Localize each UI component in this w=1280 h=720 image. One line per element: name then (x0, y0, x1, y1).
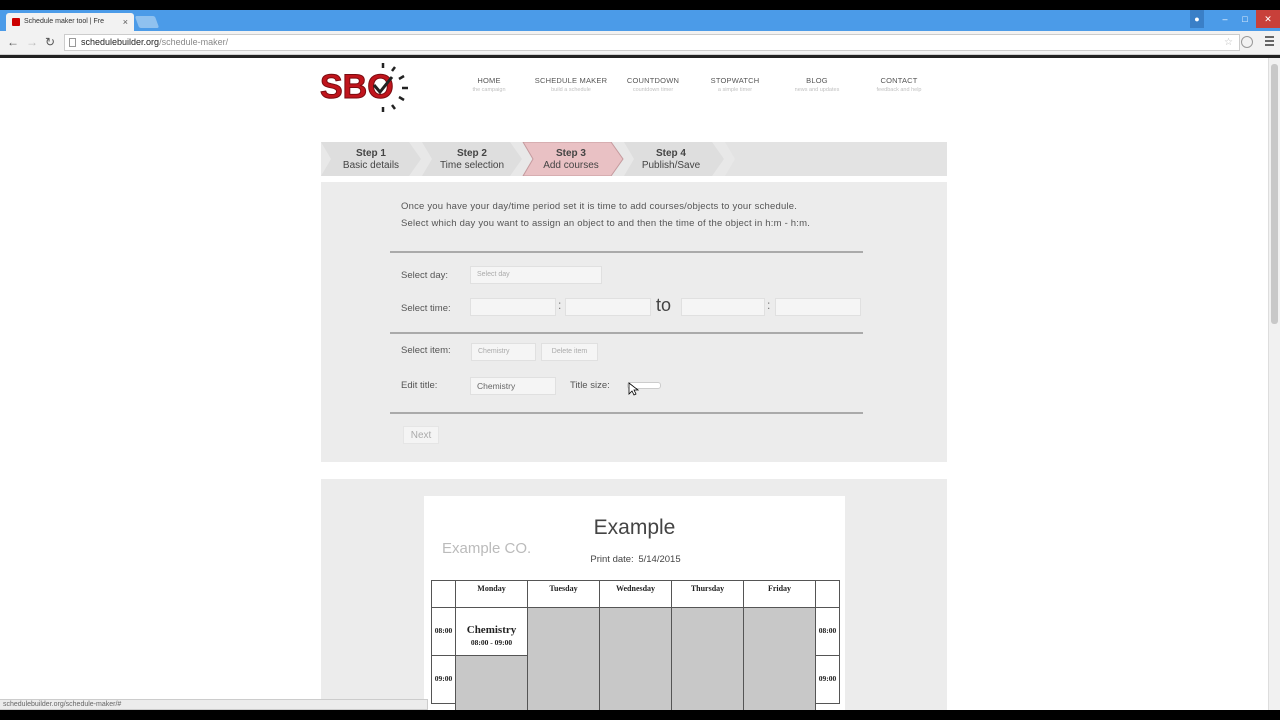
edit-title-input[interactable]: Chemistry (470, 377, 556, 395)
table-corner (815, 580, 840, 608)
schedule-paper: Example Example CO. Print date: 5/14/201… (424, 496, 845, 710)
end-minute-input[interactable] (775, 298, 861, 316)
day-header: Wednesday (599, 580, 672, 608)
schedule-preview-panel: Example Example CO. Print date: 5/14/201… (321, 479, 947, 710)
intro-text-line-1: Once you have your day/time period set i… (401, 201, 798, 212)
maximize-icon[interactable]: □ (1236, 10, 1254, 28)
nav-item-countdown[interactable]: COUNTDOWN countdown timer (612, 76, 694, 93)
empty-slot (671, 607, 744, 710)
select-day-dropdown[interactable]: Select day (470, 266, 602, 284)
table-corner (431, 580, 456, 608)
step-progress-bar: Step 1 Basic details Step 2 Time selection… (321, 142, 947, 176)
time-label: 08:00 (431, 607, 456, 656)
time-separator: : (558, 298, 562, 312)
select-item-label: Select item: (401, 345, 451, 356)
favicon-icon (12, 18, 20, 26)
menu-icon[interactable] (1265, 36, 1274, 46)
nav-item-stopwatch[interactable]: STOPWATCH a simple timer (694, 76, 776, 93)
empty-slot (743, 607, 816, 710)
url-path: /schedule-maker/ (159, 37, 229, 47)
page-scrollbar[interactable] (1268, 58, 1280, 710)
forward-arrow-icon[interactable]: → (26, 35, 38, 49)
start-hour-input[interactable] (470, 298, 556, 316)
event-name: Chemistry (466, 624, 517, 636)
address-bar[interactable]: schedulebuilder.org/schedule-maker/ ☆ (64, 34, 1240, 51)
step-2[interactable]: Step 2 Time selection (422, 142, 522, 176)
schedule-title: Example (593, 516, 676, 539)
new-tab-button[interactable] (134, 16, 160, 28)
scrollbar-thumb[interactable] (1271, 64, 1278, 324)
browser-tab[interactable]: Schedule maker tool | Fre × (6, 13, 134, 31)
delete-item-button[interactable]: Delete item (541, 343, 598, 361)
intro-text-line-2: Select which day you want to assign an o… (401, 218, 811, 229)
day-header: Monday (455, 580, 528, 608)
event-block[interactable]: Chemistry 08:00 - 09:00 (455, 607, 528, 656)
end-hour-input[interactable] (681, 298, 765, 316)
divider (390, 412, 863, 414)
time-label: 09:00 (815, 655, 840, 704)
print-date-value: 5/14/2015 (638, 554, 681, 565)
to-label: to (656, 295, 672, 315)
select-time-label: Select time: (401, 303, 451, 314)
time-label: 08:00 (815, 607, 840, 656)
step-4[interactable]: Step 4 Publish/Save (621, 142, 721, 176)
time-label: 09:00 (431, 655, 456, 704)
print-date: Print date: 5/14/2015 (424, 554, 845, 565)
empty-slot (599, 607, 672, 710)
main-nav: HOME the campaign SCHEDULE MAKER build a s… (448, 76, 940, 93)
tab-title: Schedule maker tool | Fre (24, 18, 105, 25)
extension-icon[interactable] (1241, 36, 1253, 48)
window-close-icon[interactable]: ✕ (1256, 10, 1280, 28)
nav-item-blog[interactable]: BLOG news and updates (776, 76, 858, 93)
empty-slot (527, 607, 600, 710)
bookmark-star-icon[interactable]: ☆ (1224, 35, 1233, 50)
url-domain: schedulebuilder.org (81, 37, 160, 47)
nav-item-schedule-maker[interactable]: SCHEDULE MAKER build a schedule (530, 76, 612, 93)
site-logo[interactable]: SBO (320, 61, 410, 115)
nav-item-home[interactable]: HOME the campaign (448, 76, 530, 93)
tab-close-icon[interactable]: × (123, 13, 128, 31)
empty-slot (455, 655, 528, 710)
time-separator: : (767, 298, 771, 312)
minimize-icon[interactable]: – (1216, 10, 1234, 28)
select-day-label: Select day: (401, 270, 448, 281)
tab-strip: Schedule maker tool | Fre × ● – □ ✕ (0, 10, 1280, 31)
page-viewport: SBO HOME the campaign SCHEDULE MAKER build… (0, 58, 1268, 710)
title-size-label: Title size: (570, 380, 610, 391)
start-minute-input[interactable] (565, 298, 651, 316)
divider (390, 251, 863, 253)
edit-title-label: Edit title: (401, 380, 438, 391)
browser-window: Schedule maker tool | Fre × ● – □ ✕ ← → … (0, 10, 1280, 710)
step-1[interactable]: Step 1 Basic details (321, 142, 421, 176)
reload-icon[interactable]: ↻ (45, 35, 55, 49)
mouse-cursor-icon (628, 382, 640, 396)
nav-item-contact[interactable]: CONTACT feedback and help (858, 76, 940, 93)
user-profile-icon[interactable]: ● (1190, 10, 1204, 28)
event-time: 08:00 - 09:00 (470, 638, 513, 647)
step-3-active[interactable]: Step 3 Add courses (521, 142, 621, 176)
browser-toolbar: ← → ↻ schedulebuilder.org/schedule-maker… (0, 31, 1280, 55)
back-arrow-icon[interactable]: ← (7, 35, 19, 49)
day-header: Thursday (671, 580, 744, 608)
day-header: Tuesday (527, 580, 600, 608)
add-courses-form: Once you have your day/time period set i… (321, 182, 947, 462)
day-header: Friday (743, 580, 816, 608)
select-item-dropdown[interactable]: Chemistry (471, 343, 536, 361)
next-button[interactable]: Next (403, 426, 439, 444)
status-bar-url: schedulebuilder.org/schedule-maker/# (0, 699, 428, 710)
window-controls: ● – □ ✕ (1188, 10, 1280, 31)
divider (390, 332, 863, 334)
print-date-label: Print date: (590, 554, 634, 565)
page-icon (69, 38, 76, 47)
